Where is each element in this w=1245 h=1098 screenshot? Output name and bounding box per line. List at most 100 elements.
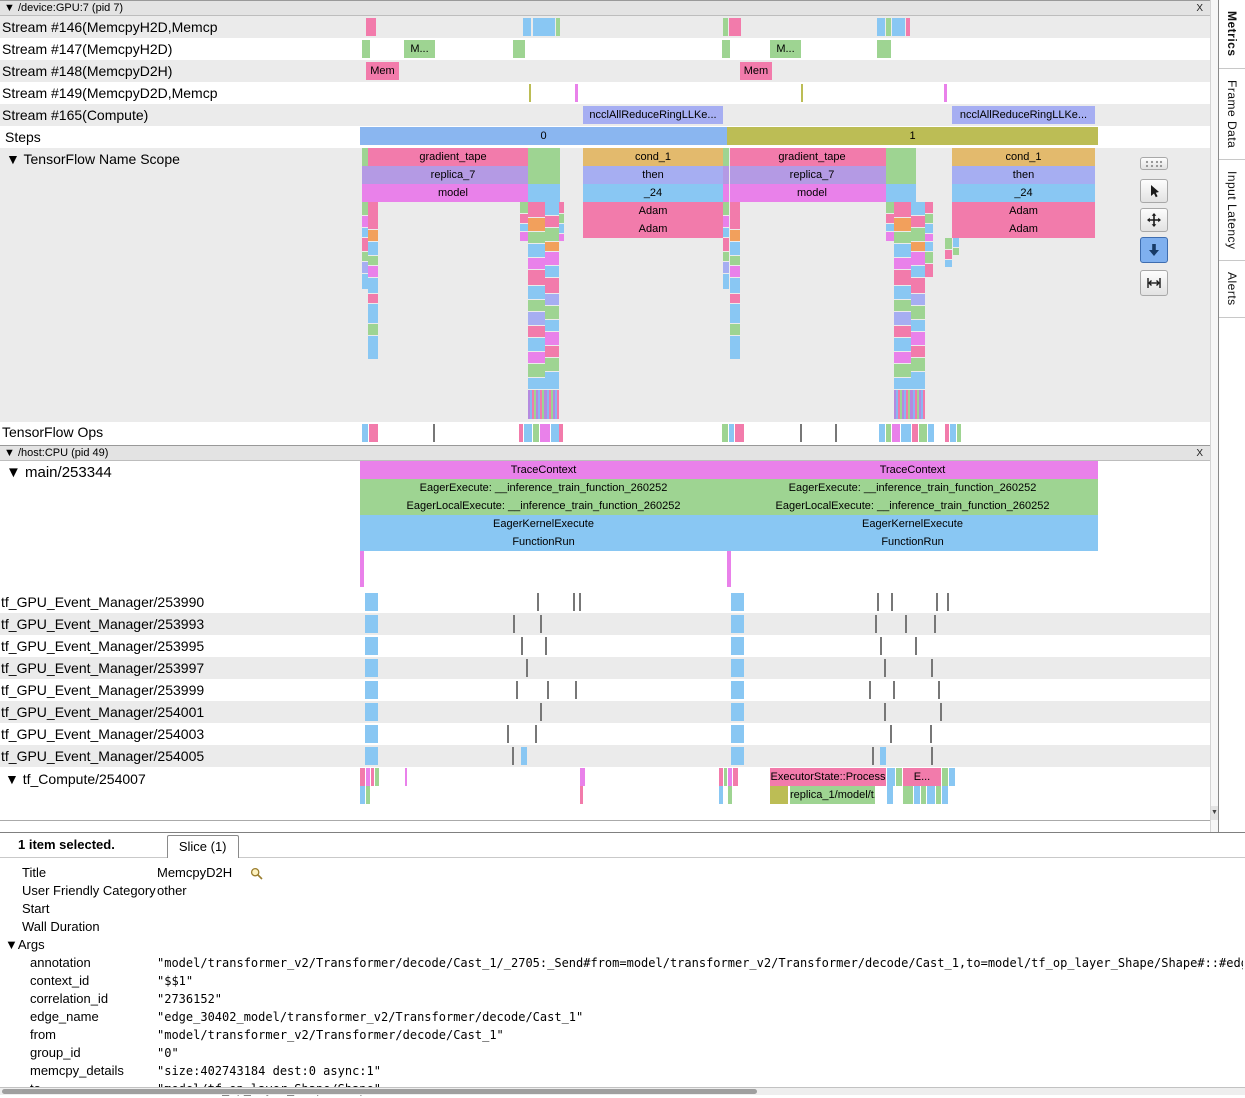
trace-slice[interactable] bbox=[925, 224, 933, 233]
drag-handle-icon[interactable] bbox=[1140, 157, 1168, 170]
trace-slice[interactable] bbox=[877, 18, 885, 36]
trace-slice[interactable] bbox=[896, 768, 902, 786]
trace-slice[interactable] bbox=[730, 256, 740, 265]
trace-slice[interactable] bbox=[723, 166, 729, 184]
row-label[interactable]: tf_GPU_Event_Manager/254003 bbox=[0, 723, 246, 745]
trace-slice[interactable] bbox=[360, 551, 364, 569]
trace-slice[interactable] bbox=[368, 266, 378, 277]
trace-slice[interactable] bbox=[944, 84, 947, 102]
trace-slice[interactable]: FunctionRun bbox=[727, 533, 1098, 551]
trace-slice[interactable] bbox=[894, 202, 911, 217]
trace-slice[interactable] bbox=[950, 424, 956, 442]
trace-slice[interactable] bbox=[507, 725, 509, 743]
trace-slice[interactable] bbox=[911, 358, 925, 371]
trace-slice[interactable] bbox=[545, 637, 547, 655]
trace-slice[interactable] bbox=[362, 424, 368, 442]
trace-slice[interactable] bbox=[905, 615, 907, 633]
trace-slice[interactable] bbox=[886, 224, 894, 231]
trace-slice[interactable] bbox=[366, 786, 370, 804]
row-label[interactable]: Stream #148(MemcpyD2H) bbox=[0, 60, 246, 82]
scroll-down-button[interactable]: ▼ bbox=[1211, 806, 1218, 820]
row-label[interactable]: TensorFlow Ops bbox=[0, 422, 246, 443]
trace-slice[interactable] bbox=[886, 166, 916, 184]
horizontal-scroll-thumb[interactable] bbox=[2, 1089, 757, 1094]
trace-slice[interactable] bbox=[528, 270, 545, 285]
trace-slice[interactable] bbox=[545, 306, 559, 319]
row-label[interactable]: tf_GPU_Event_Manager/254005 bbox=[0, 745, 246, 767]
trace-slice[interactable]: EagerKernelExecute bbox=[727, 515, 1098, 533]
trace-slice[interactable] bbox=[938, 681, 940, 699]
trace-slice[interactable] bbox=[722, 424, 728, 442]
trace-slice[interactable] bbox=[368, 148, 378, 166]
trace-slice[interactable] bbox=[925, 202, 933, 213]
trace-slice[interactable] bbox=[800, 424, 802, 442]
trace-slice[interactable] bbox=[545, 390, 559, 419]
trace-slice[interactable] bbox=[368, 202, 378, 229]
trace-slice[interactable] bbox=[894, 312, 911, 325]
trace-slice[interactable] bbox=[869, 681, 871, 699]
trace-slice[interactable] bbox=[945, 260, 952, 267]
trace-slice[interactable] bbox=[365, 725, 378, 743]
trace-slice[interactable] bbox=[731, 659, 744, 677]
trace-slice[interactable]: EagerLocalExecute: __inference_train_fun… bbox=[727, 497, 1098, 515]
row-label[interactable]: Steps bbox=[0, 126, 246, 148]
trace-slice[interactable]: EagerLocalExecute: __inference_train_fun… bbox=[360, 497, 727, 515]
trace-slice[interactable] bbox=[730, 294, 740, 303]
trace-slice[interactable] bbox=[731, 703, 744, 721]
trace-slice[interactable] bbox=[886, 184, 916, 202]
trace-slice[interactable] bbox=[520, 232, 528, 241]
trace-slice[interactable]: cond_1 bbox=[583, 148, 723, 166]
trace-slice[interactable] bbox=[528, 338, 545, 351]
trace-slice[interactable] bbox=[520, 202, 528, 213]
trace-slice[interactable] bbox=[523, 18, 531, 36]
trace-slice[interactable] bbox=[936, 786, 941, 804]
trace-slice[interactable] bbox=[921, 786, 926, 804]
trace-slice[interactable]: Mem bbox=[740, 62, 772, 80]
trace-slice[interactable] bbox=[942, 768, 948, 786]
trace-slice[interactable] bbox=[545, 358, 559, 371]
trace-slice[interactable] bbox=[801, 84, 803, 102]
trace-slice[interactable]: E... bbox=[903, 768, 941, 786]
trace-slice[interactable]: _24 bbox=[952, 184, 1095, 202]
trace-slice[interactable] bbox=[540, 615, 542, 633]
vertical-scrollbar[interactable]: ▼ bbox=[1210, 0, 1218, 832]
trace-slice[interactable] bbox=[559, 424, 563, 442]
trace-slice[interactable] bbox=[770, 786, 788, 804]
trace-slice[interactable] bbox=[884, 659, 886, 677]
trace-slice[interactable] bbox=[540, 703, 542, 721]
close-section-button[interactable]: X bbox=[1193, 3, 1206, 14]
trace-slice[interactable] bbox=[730, 148, 738, 166]
trace-slice[interactable]: 1 bbox=[727, 127, 1098, 145]
trace-slice[interactable] bbox=[368, 304, 378, 323]
trace-slice[interactable] bbox=[733, 768, 738, 786]
trace-slice[interactable] bbox=[723, 148, 729, 166]
trace-slice[interactable] bbox=[719, 768, 723, 786]
trace-slice[interactable] bbox=[513, 40, 525, 58]
trace-slice[interactable] bbox=[526, 659, 528, 677]
trace-slice[interactable] bbox=[887, 768, 895, 786]
trace-slice[interactable]: gradient_tape bbox=[378, 148, 528, 166]
trace-slice[interactable] bbox=[894, 300, 911, 311]
trace-slice[interactable] bbox=[723, 238, 729, 251]
trace-slice[interactable] bbox=[559, 224, 564, 233]
trace-slice[interactable] bbox=[934, 615, 936, 633]
trace-slice[interactable] bbox=[580, 768, 585, 786]
trace-slice[interactable] bbox=[368, 242, 378, 255]
trace-slice[interactable] bbox=[949, 768, 955, 786]
trace-slice[interactable] bbox=[911, 294, 925, 305]
trace-slice[interactable] bbox=[545, 332, 559, 345]
trace-slice[interactable]: TraceContext bbox=[727, 461, 1098, 479]
trace-slice[interactable] bbox=[945, 238, 952, 249]
trace-slice[interactable] bbox=[914, 786, 920, 804]
trace-slice[interactable] bbox=[540, 424, 550, 442]
trace-slice[interactable] bbox=[890, 725, 892, 743]
trace-slice[interactable] bbox=[893, 681, 895, 699]
trace-slice[interactable] bbox=[365, 593, 378, 611]
trace-slice[interactable] bbox=[886, 232, 894, 241]
trace-slice[interactable] bbox=[537, 593, 539, 611]
trace-slice[interactable] bbox=[894, 326, 911, 337]
trace-slice[interactable] bbox=[559, 234, 564, 241]
trace-slice[interactable] bbox=[368, 166, 378, 184]
trace-slice[interactable] bbox=[575, 681, 577, 699]
trace-slice[interactable] bbox=[931, 747, 933, 765]
